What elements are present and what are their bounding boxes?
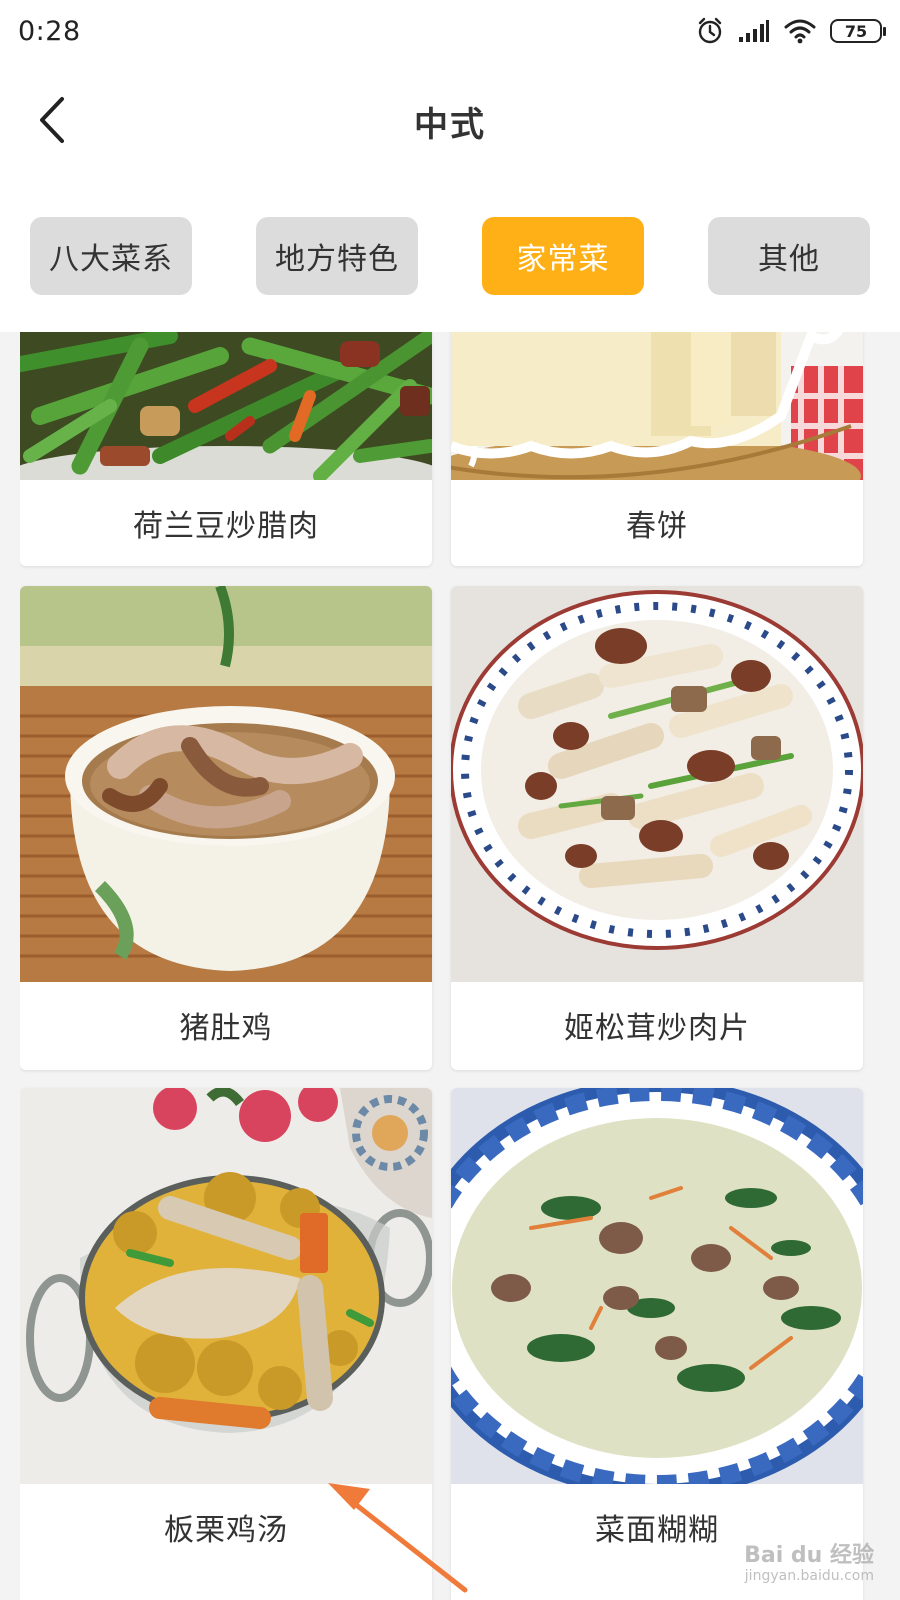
watermark: Bai du 经验 jingyan.baidu.com xyxy=(744,1544,874,1584)
status-bar: 0:28 75 xyxy=(0,0,900,62)
chevron-left-icon xyxy=(40,97,64,143)
recipe-image xyxy=(20,586,432,982)
recipe-card[interactable]: 猪肚鸡 xyxy=(20,586,432,1070)
wifi-icon xyxy=(784,18,816,44)
page-title: 中式 xyxy=(414,104,486,145)
recipe-name: 姬松茸炒肉片 xyxy=(451,982,863,1068)
watermark-url: jingyan.baidu.com xyxy=(744,1567,874,1584)
status-icons: 75 xyxy=(696,17,886,45)
recipe-image xyxy=(20,1088,432,1484)
recipe-card[interactable]: 姬松茸炒肉片 xyxy=(451,586,863,1070)
status-time: 0:28 xyxy=(18,15,81,47)
recipe-card[interactable]: 荷兰豆炒腊肉 xyxy=(20,332,432,566)
recipe-name: 春饼 xyxy=(451,480,863,566)
recipe-image xyxy=(451,332,863,480)
recipe-image xyxy=(20,332,432,480)
watermark-brand: Bai du 经验 xyxy=(744,1543,874,1569)
category-tabs: 八大菜系 地方特色 家常菜 其他 xyxy=(0,180,900,332)
app-screen: 0:28 75 中式 八大菜系 地方特色 家常菜 其他 荷兰豆炒腊肉 春饼 猪肚… xyxy=(0,0,900,1600)
recipe-image xyxy=(451,586,863,982)
alarm-icon xyxy=(696,17,724,45)
app-header: 中式 xyxy=(0,62,900,180)
tab-regional-specialties[interactable]: 地方特色 xyxy=(256,217,418,295)
recipe-name: 荷兰豆炒腊肉 xyxy=(20,480,432,566)
recipe-card[interactable]: 春饼 xyxy=(451,332,863,566)
battery-icon: 75 xyxy=(830,19,886,43)
tab-other[interactable]: 其他 xyxy=(708,217,870,295)
recipe-card[interactable]: 菜面糊糊 xyxy=(451,1088,863,1600)
recipe-name: 板栗鸡汤 xyxy=(20,1484,432,1570)
recipe-grid: 荷兰豆炒腊肉 春饼 猪肚鸡 姬松茸炒肉片 板栗鸡汤 菜面糊糊 xyxy=(20,332,881,1600)
recipe-card[interactable]: 板栗鸡汤 xyxy=(20,1088,432,1600)
back-button[interactable] xyxy=(26,92,76,148)
cellular-signal-icon xyxy=(738,19,770,43)
recipe-name: 猪肚鸡 xyxy=(20,982,432,1068)
tab-home-cooking[interactable]: 家常菜 xyxy=(482,217,644,295)
recipe-image xyxy=(451,1088,863,1484)
tab-eight-cuisines[interactable]: 八大菜系 xyxy=(30,217,192,295)
